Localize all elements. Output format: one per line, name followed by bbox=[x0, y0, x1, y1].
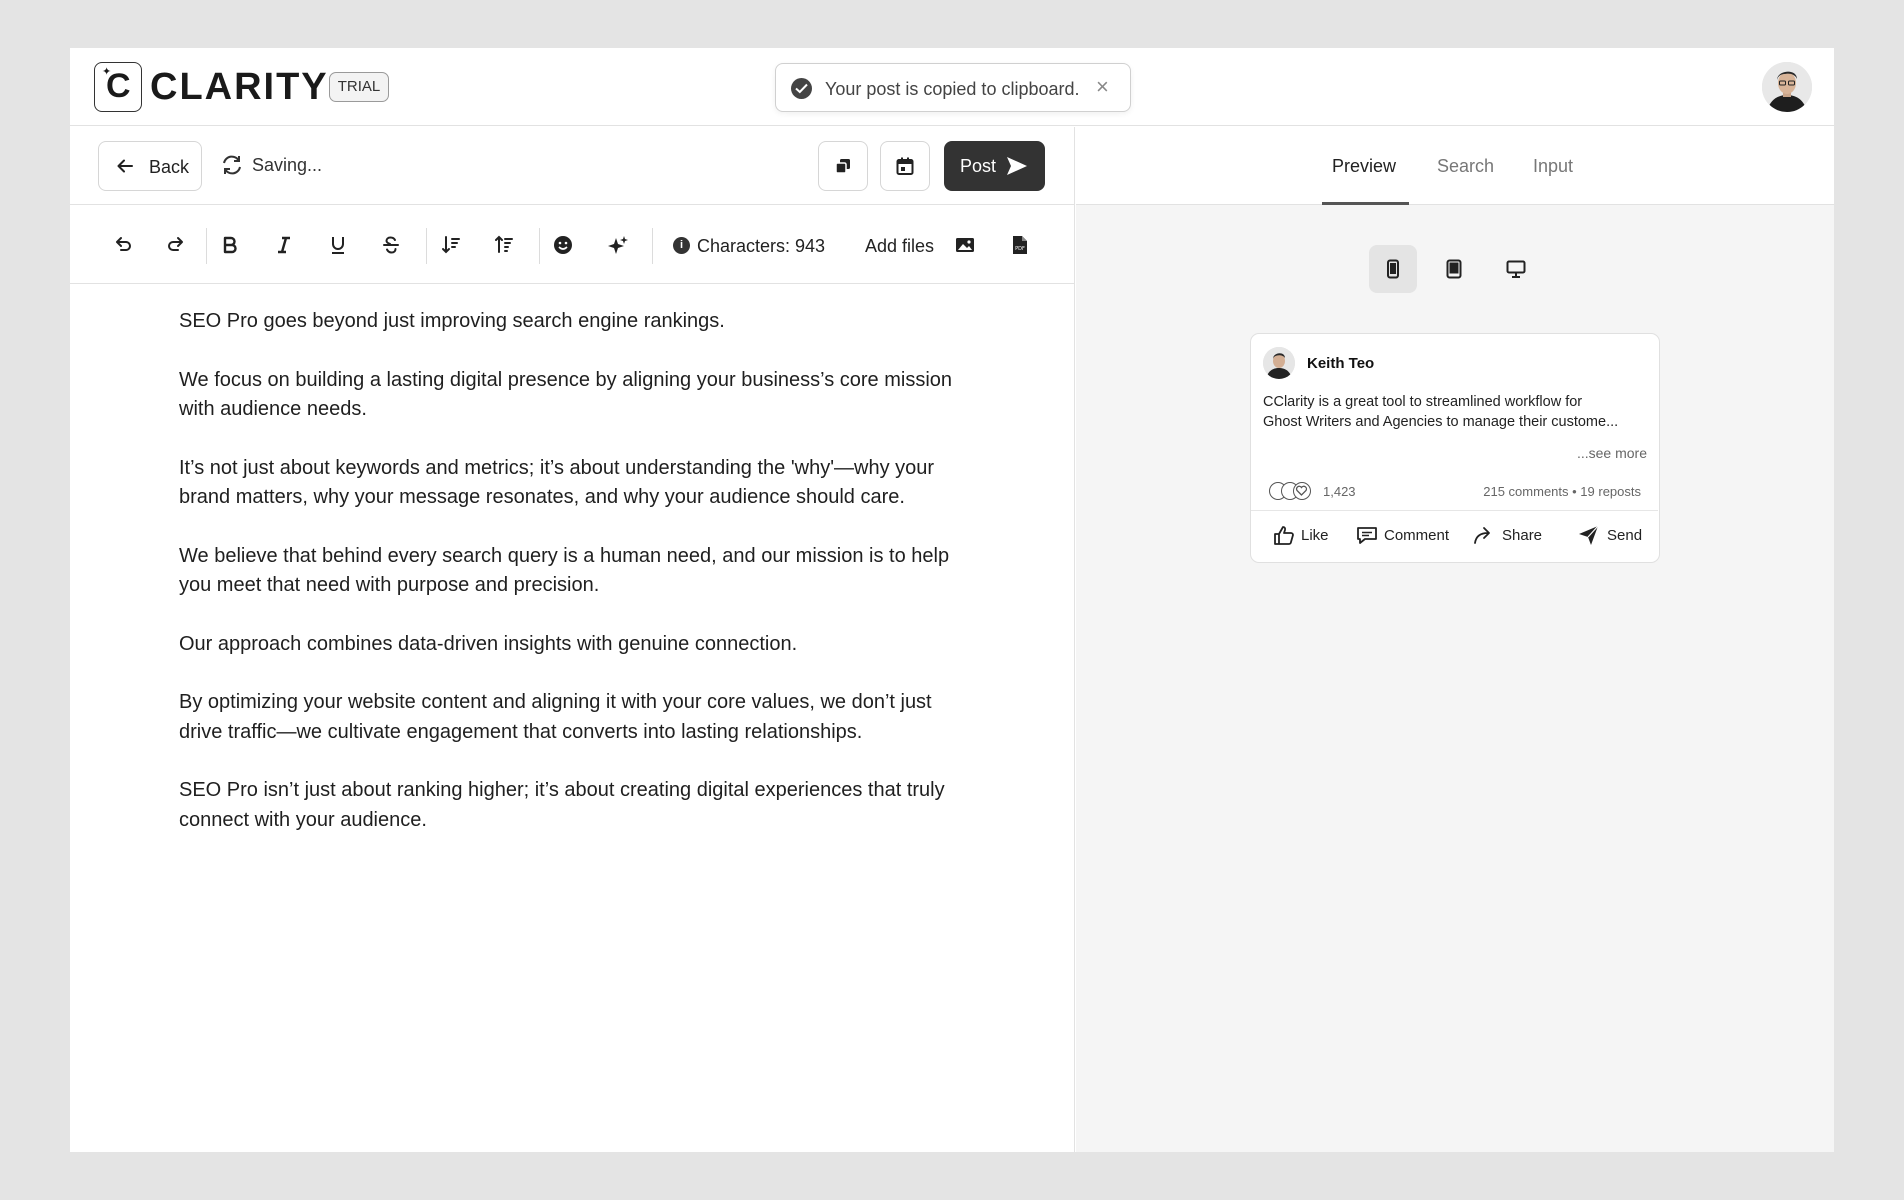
post-stats: 215 comments • 19 reposts bbox=[1483, 484, 1641, 499]
card-divider bbox=[1251, 510, 1658, 511]
post-editor[interactable]: SEO Pro goes beyond just improving searc… bbox=[179, 307, 979, 864]
reactions-count: 1,423 bbox=[1323, 484, 1356, 499]
author-avatar bbox=[1263, 347, 1295, 379]
arrow-left-icon bbox=[117, 159, 133, 173]
editor-paragraph: Our approach combines data-driven insigh… bbox=[179, 632, 798, 655]
share-icon bbox=[1474, 527, 1490, 544]
comment-icon bbox=[1357, 527, 1377, 544]
sort-ascending-icon bbox=[495, 235, 513, 253]
ai-assist-button[interactable] bbox=[602, 230, 632, 260]
preview-tabs: Preview Search Input bbox=[1076, 127, 1834, 205]
toast-notification: Your post is copied to clipboard. × bbox=[775, 63, 1131, 112]
check-circle-icon bbox=[791, 78, 812, 99]
close-icon[interactable]: × bbox=[1096, 74, 1109, 100]
sparkle-icon bbox=[608, 236, 628, 254]
active-tab-indicator bbox=[1322, 202, 1409, 205]
emoji-button[interactable] bbox=[548, 230, 578, 260]
schedule-button[interactable] bbox=[880, 141, 930, 191]
editor-paragraph: We focus on building a lasting digital p… bbox=[179, 368, 953, 421]
calendar-icon bbox=[896, 157, 914, 175]
post-preview-text: CClarity is a great tool to streamlined … bbox=[1263, 392, 1653, 432]
like-label: Like bbox=[1301, 527, 1329, 544]
toast-message: Your post is copied to clipboard. bbox=[825, 79, 1080, 99]
copy-icon bbox=[835, 159, 850, 174]
italic-icon bbox=[278, 236, 290, 254]
add-pdf-button[interactable]: PDF bbox=[1005, 230, 1035, 260]
comment-label: Comment bbox=[1384, 527, 1450, 544]
trial-badge: TRIAL bbox=[329, 72, 389, 102]
top-header: ✦ C CLARITY TRIAL Your post is copied to … bbox=[70, 48, 1834, 126]
send-label: Send bbox=[1607, 527, 1643, 544]
tab-search[interactable]: Search bbox=[1437, 155, 1494, 177]
sort-descending-icon bbox=[442, 236, 460, 254]
author-name: Keith Teo bbox=[1307, 355, 1375, 372]
redo-icon bbox=[168, 237, 183, 251]
sort-descending-button[interactable] bbox=[436, 230, 466, 260]
share-label: Share bbox=[1502, 527, 1543, 544]
image-icon bbox=[956, 238, 974, 252]
editor-paragraph: By optimizing your website content and a… bbox=[179, 691, 932, 743]
post-button[interactable]: Post bbox=[944, 141, 1045, 191]
post-text-line: CClarity is a great tool to streamlined … bbox=[1263, 394, 1583, 410]
thumbs-up-icon bbox=[1274, 526, 1294, 545]
editor-top-bar: Back Saving... Post bbox=[70, 127, 1075, 205]
post-preview-card: Keith Teo CClarity is a great tool to st… bbox=[1250, 333, 1660, 563]
user-avatar[interactable] bbox=[1762, 62, 1812, 112]
strikethrough-button[interactable] bbox=[376, 230, 406, 260]
editor-paragraph: SEO Pro goes beyond just improving searc… bbox=[179, 310, 725, 332]
toolbar-divider bbox=[539, 228, 540, 264]
editor-paragraph: We believe that behind every search quer… bbox=[179, 544, 950, 597]
editor-panel: Back Saving... Post i Characters: 943 Ad… bbox=[70, 127, 1075, 1152]
logo-icon: ✦ C bbox=[94, 62, 142, 112]
post-button-label: Post bbox=[960, 156, 997, 176]
love-reaction-icon bbox=[1293, 482, 1311, 500]
desktop-icon bbox=[1506, 260, 1526, 278]
tablet-view-button[interactable] bbox=[1430, 245, 1478, 293]
undo-button[interactable] bbox=[108, 230, 138, 260]
app-window: ✦ C CLARITY TRIAL Your post is copied to … bbox=[70, 48, 1834, 1152]
bold-button[interactable] bbox=[215, 230, 245, 260]
send-icon bbox=[1007, 157, 1027, 175]
underline-icon bbox=[332, 237, 344, 254]
toolbar-divider bbox=[426, 228, 427, 264]
preview-panel: Preview Search Input Keith Teo CClarity … bbox=[1076, 127, 1834, 1152]
italic-button[interactable] bbox=[269, 230, 299, 260]
back-button-label: Back bbox=[149, 157, 190, 177]
post-text-line: Ghost Writers and Agencies to manage the… bbox=[1263, 414, 1619, 430]
tablet-icon bbox=[1446, 259, 1462, 279]
mobile-view-button[interactable] bbox=[1369, 245, 1417, 293]
sync-icon bbox=[223, 155, 241, 175]
saving-label: Saving... bbox=[252, 155, 323, 175]
redo-button[interactable] bbox=[161, 230, 191, 260]
desktop-view-button[interactable] bbox=[1492, 245, 1540, 293]
emoji-icon bbox=[554, 236, 572, 254]
add-image-button[interactable] bbox=[950, 230, 980, 260]
pdf-icon: PDF bbox=[1013, 236, 1027, 254]
formatting-toolbar: i Characters: 943 Add files PDF bbox=[70, 206, 1075, 284]
svg-text:PDF: PDF bbox=[1015, 246, 1025, 252]
info-icon: i bbox=[673, 237, 690, 254]
sort-ascending-button[interactable] bbox=[489, 230, 519, 260]
undo-icon bbox=[116, 237, 131, 251]
underline-button[interactable] bbox=[323, 230, 353, 260]
editor-paragraph: It’s not just about keywords and metrics… bbox=[179, 456, 935, 509]
toolbar-divider bbox=[206, 228, 207, 264]
strikethrough-icon bbox=[383, 236, 399, 254]
tab-input[interactable]: Input bbox=[1533, 155, 1573, 177]
editor-paragraph: SEO Pro isn’t just about ranking higher;… bbox=[179, 779, 945, 831]
see-more-link[interactable]: ...see more bbox=[1577, 444, 1647, 462]
bold-icon bbox=[223, 236, 237, 254]
mobile-icon bbox=[1387, 259, 1399, 279]
tab-preview[interactable]: Preview bbox=[1332, 155, 1396, 177]
character-count-label: Characters: 943 bbox=[697, 236, 826, 256]
back-button[interactable]: Back bbox=[98, 141, 202, 191]
paper-plane-icon bbox=[1579, 525, 1599, 545]
add-files-label: Add files bbox=[865, 236, 935, 256]
copy-button[interactable] bbox=[818, 141, 868, 191]
toolbar-divider bbox=[652, 228, 653, 264]
brand-name: CLARITY bbox=[150, 66, 329, 108]
